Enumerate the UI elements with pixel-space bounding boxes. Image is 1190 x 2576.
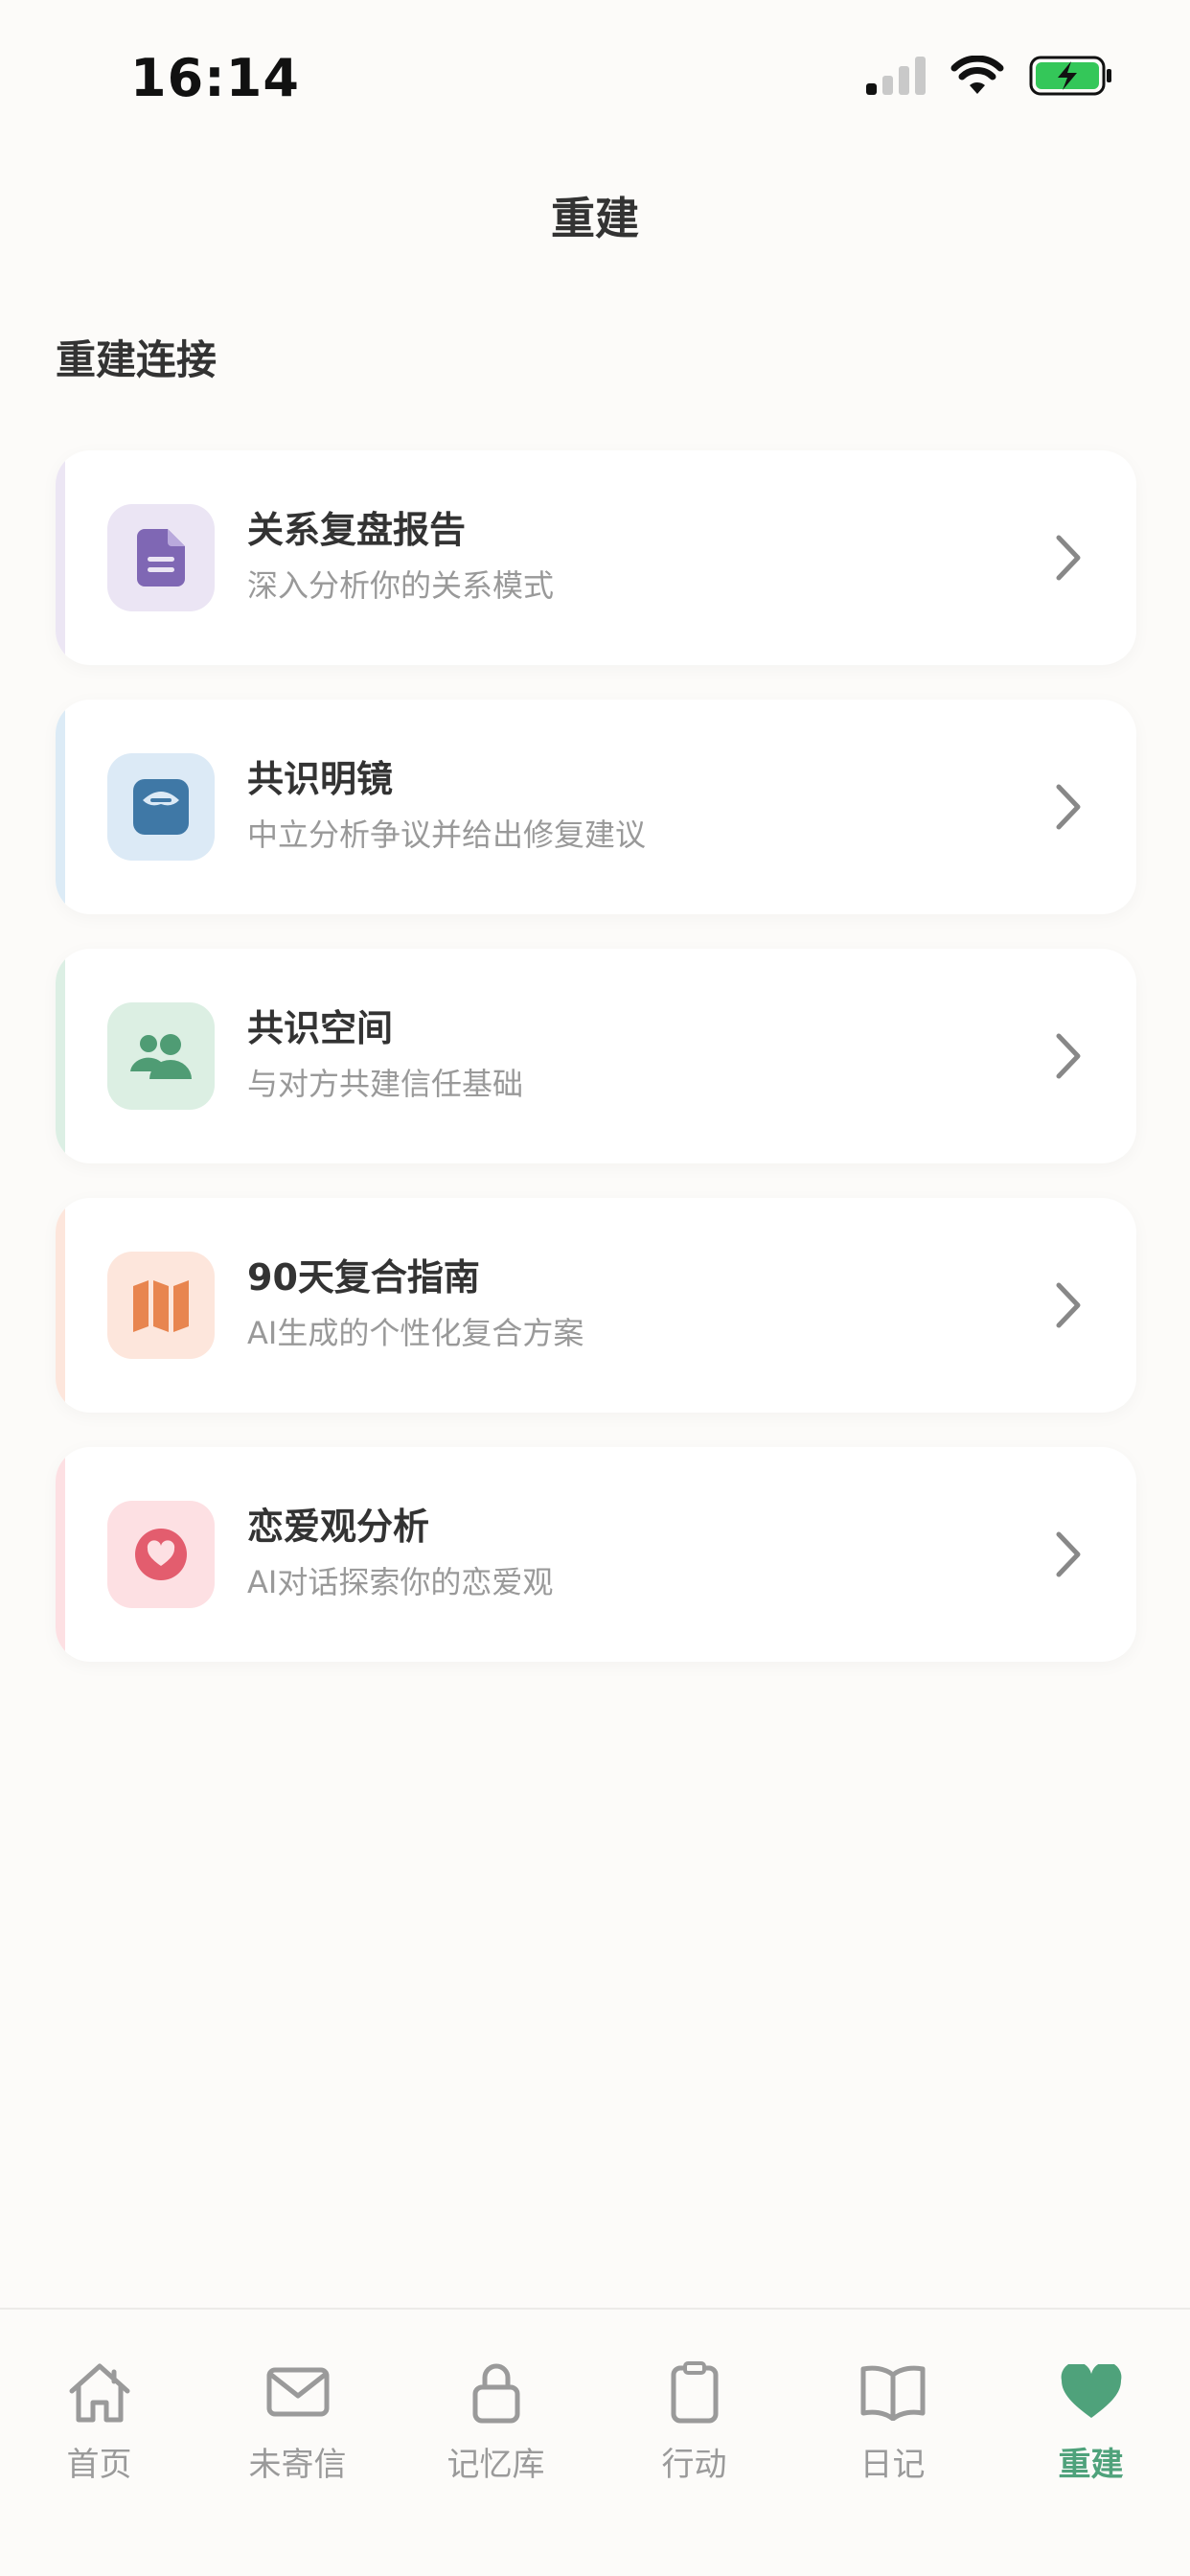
card-icon-box	[107, 1002, 215, 1110]
chevron-right-icon	[1056, 784, 1081, 830]
heart-circle-icon	[135, 1529, 187, 1580]
tab-diary[interactable]: 日记	[793, 2358, 992, 2485]
card-reunion-guide[interactable]: 90天复合指南 AI生成的个性化复合方案	[56, 1198, 1136, 1413]
mirror-icon	[133, 779, 189, 835]
card-icon-box	[107, 1501, 215, 1608]
tab-label: 重建	[1058, 2446, 1124, 2484]
tab-label: 日记	[859, 2446, 926, 2484]
card-accent	[56, 949, 65, 1163]
tab-unsent-letters[interactable]: 未寄信	[198, 2358, 397, 2485]
map-icon	[133, 1280, 189, 1332]
card-title: 共识空间	[247, 1007, 394, 1049]
chevron-right-icon	[1056, 1531, 1081, 1577]
card-consensus-mirror[interactable]: 共识明镜 中立分析争议并给出修复建议	[56, 700, 1136, 914]
wifi-icon	[950, 56, 1004, 94]
book-icon	[793, 2358, 992, 2426]
cellular-signal-icon	[866, 57, 926, 95]
page-title: 重建	[551, 193, 639, 244]
card-relationship-review[interactable]: 关系复盘报告 深入分析你的关系模式	[56, 450, 1136, 665]
card-text: 恋爱观分析 AI对话探索你的恋爱观	[247, 1503, 553, 1602]
tab-rebuild[interactable]: 重建	[992, 2358, 1190, 2485]
document-icon	[137, 529, 185, 586]
envelope-icon	[198, 2358, 397, 2426]
card-icon-box	[107, 504, 215, 611]
card-title: 恋爱观分析	[247, 1506, 430, 1548]
card-title: 90天复合指南	[247, 1256, 480, 1299]
card-subtitle: 与对方共建信任基础	[247, 1066, 524, 1102]
status-icons	[866, 56, 1113, 96]
bottom-tab-bar: 首页 未寄信 记忆库 行动 日记 重建	[0, 2308, 1190, 2576]
card-icon-box	[107, 1252, 215, 1359]
card-consensus-space[interactable]: 共识空间 与对方共建信任基础	[56, 949, 1136, 1163]
card-subtitle: AI生成的个性化复合方案	[247, 1315, 584, 1351]
card-text: 90天复合指南 AI生成的个性化复合方案	[247, 1254, 584, 1353]
lock-icon	[397, 2358, 595, 2426]
card-title: 关系复盘报告	[247, 509, 467, 551]
tab-label: 首页	[66, 2446, 132, 2484]
chevron-right-icon	[1056, 1282, 1081, 1328]
clipboard-icon	[595, 2358, 793, 2426]
tab-label: 行动	[661, 2446, 727, 2484]
card-text: 共识明镜 中立分析争议并给出修复建议	[247, 755, 646, 855]
tab-action[interactable]: 行动	[595, 2358, 793, 2485]
card-text: 共识空间 与对方共建信任基础	[247, 1004, 523, 1104]
home-icon	[0, 2358, 198, 2426]
rebuild-screen: 16:14 重建 重建连接 关系复盘报告 深入分析你的关系模式 共识明镜 中立分…	[0, 0, 1190, 2576]
tab-label: 记忆库	[446, 2446, 545, 2484]
status-time: 16:14	[130, 48, 300, 108]
card-subtitle: 中立分析争议并给出修复建议	[247, 816, 647, 853]
chevron-right-icon	[1056, 535, 1081, 581]
feature-card-list: 关系复盘报告 深入分析你的关系模式 共识明镜 中立分析争议并给出修复建议 共识空…	[56, 450, 1136, 1696]
card-accent	[56, 1198, 65, 1413]
tab-home[interactable]: 首页	[0, 2358, 198, 2485]
section-title: 重建连接	[56, 336, 217, 383]
card-text: 关系复盘报告 深入分析你的关系模式	[247, 506, 554, 606]
status-bar: 16:14	[0, 0, 1190, 144]
card-accent	[56, 450, 65, 665]
card-accent	[56, 700, 65, 914]
card-icon-box	[107, 753, 215, 861]
card-subtitle: 深入分析你的关系模式	[247, 567, 555, 604]
chevron-right-icon	[1056, 1033, 1081, 1079]
heart-icon	[992, 2358, 1190, 2426]
tab-label: 未寄信	[248, 2446, 347, 2484]
people-icon	[130, 1034, 192, 1079]
tab-memory-vault[interactable]: 记忆库	[397, 2358, 595, 2485]
card-title: 共识明镜	[247, 758, 394, 800]
card-accent	[56, 1447, 65, 1662]
card-love-view-analysis[interactable]: 恋爱观分析 AI对话探索你的恋爱观	[56, 1447, 1136, 1662]
battery-charging-icon	[1029, 56, 1111, 96]
card-subtitle: AI对话探索你的恋爱观	[247, 1564, 554, 1600]
